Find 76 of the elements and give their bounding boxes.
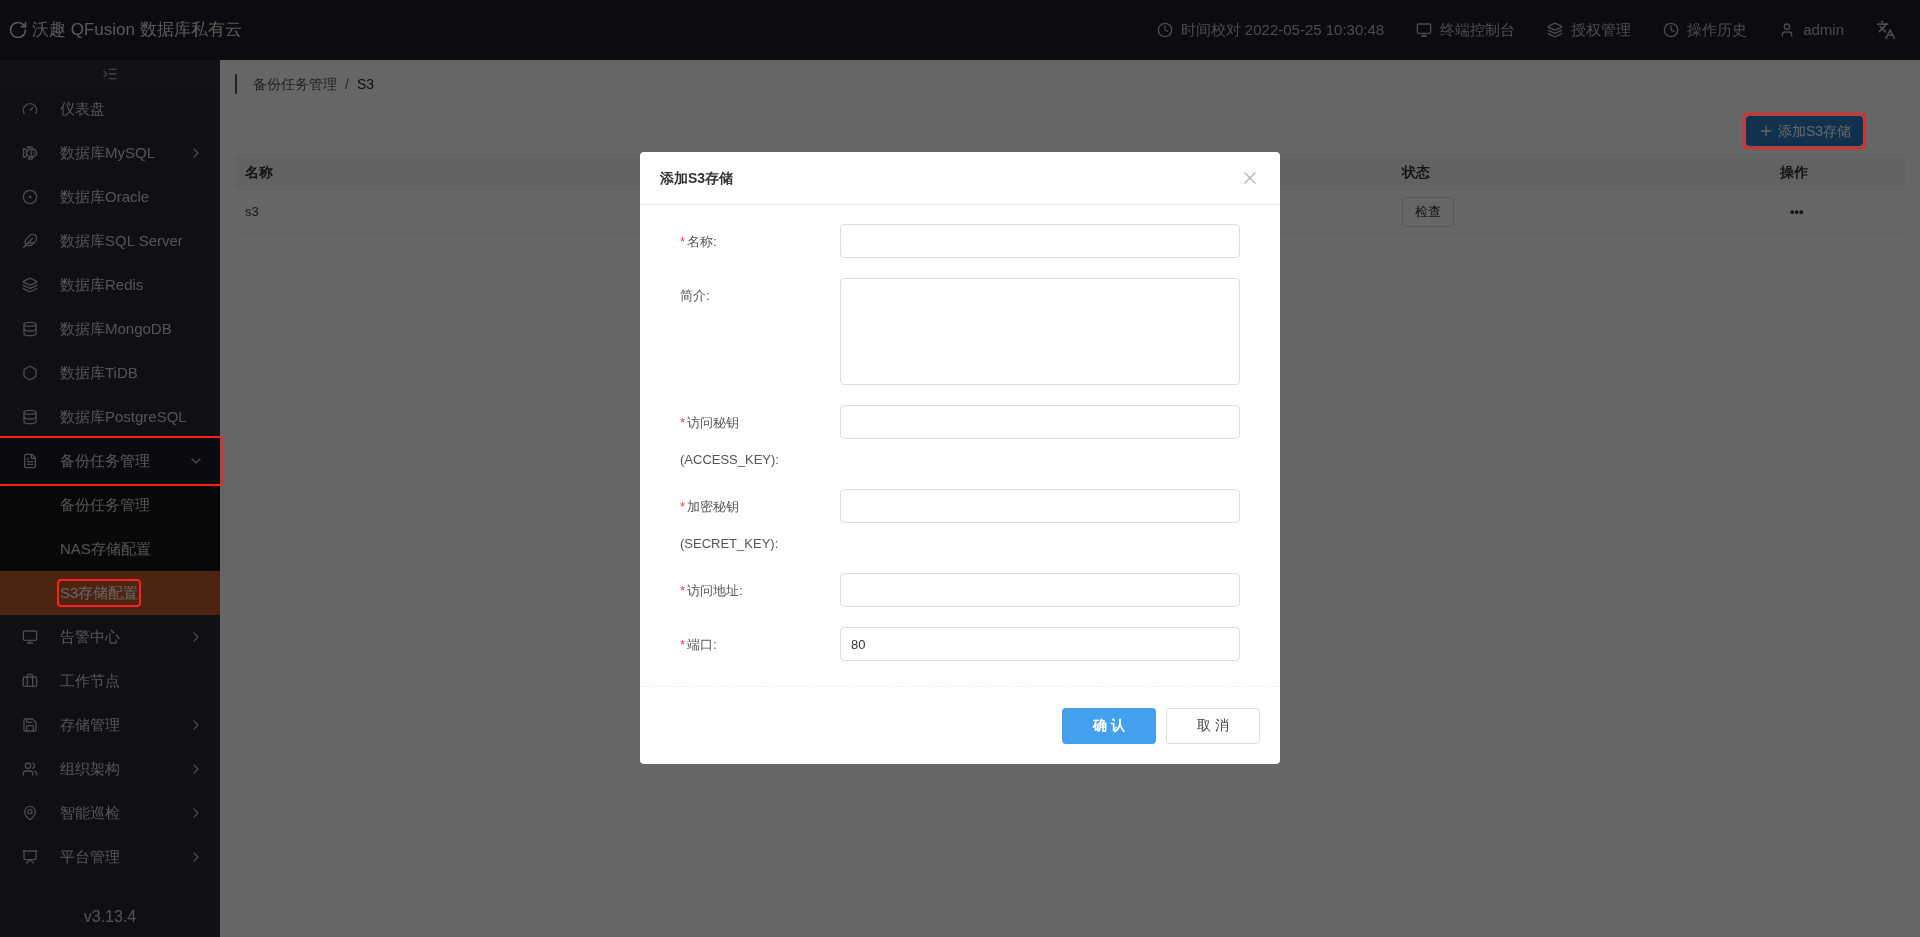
column-header: 名称 <box>245 163 273 180</box>
breadcrumb-item: / <box>345 74 349 94</box>
breadcrumb-item: S3 <box>356 74 374 94</box>
sidebar-item[interactable]: 数据库MongoDB <box>0 307 220 351</box>
sidebar-subitem[interactable]: S3存储配置 <box>0 571 220 615</box>
input-field[interactable] <box>840 405 1240 439</box>
input-field[interactable] <box>840 489 1240 523</box>
clock-icon <box>1156 22 1173 38</box>
textarea-field[interactable] <box>840 278 1240 385</box>
sidebar-item[interactable]: 存储管理 <box>0 703 220 747</box>
monitor-icon <box>22 629 38 645</box>
fish-icon <box>22 145 38 161</box>
sidebar-item[interactable]: 备份任务管理 <box>0 439 220 483</box>
clock-icon <box>1663 22 1680 38</box>
database-icon <box>22 409 38 425</box>
document-icon <box>22 453 38 469</box>
users-icon <box>22 761 38 777</box>
input-field[interactable] <box>840 224 1240 258</box>
field-label: *访问地址: <box>680 582 744 600</box>
hexagon-icon <box>22 365 38 381</box>
sidebar-item[interactable]: 仪表盘 <box>0 87 220 131</box>
confirm-button[interactable]: 确 认 <box>1062 707 1156 744</box>
required-mark: * <box>680 583 686 598</box>
sidebar-item[interactable]: 组织架构 <box>0 747 220 791</box>
feather-icon <box>22 233 38 249</box>
field-label: 简介: <box>680 287 711 305</box>
input-field[interactable]: 80 <box>840 627 1240 661</box>
sidebar-subitem[interactable]: NAS存储配置 <box>0 527 220 571</box>
logo-icon <box>8 20 28 40</box>
field-label: *加密秘钥 <box>680 498 741 516</box>
required-mark: * <box>680 415 686 430</box>
sidebar-item[interactable]: 智能巡检 <box>0 791 220 835</box>
top-bar-link[interactable]: 终端控制台 <box>1400 0 1532 60</box>
database-icon <box>22 321 38 337</box>
field-label: *端口: <box>680 636 718 654</box>
required-mark: * <box>680 499 686 514</box>
sidebar-item[interactable]: 告警中心 <box>0 615 220 659</box>
cancel-button[interactable]: 取 消 <box>1166 707 1260 744</box>
check-button[interactable]: 检查 <box>1402 196 1454 227</box>
sidebar-item[interactable]: 数据库MySQL <box>0 131 220 175</box>
dialog-title: 添加S3存储 <box>660 168 734 188</box>
briefcase-icon <box>22 673 38 689</box>
sidebar-item[interactable]: 数据库Redis <box>0 263 220 307</box>
field-label: (ACCESS_KEY): <box>680 450 780 469</box>
breadcrumb-item[interactable]: 备份任务管理 <box>253 73 337 95</box>
column-header: 操作 <box>1780 162 1808 182</box>
required-mark: * <box>680 234 686 249</box>
input-field[interactable] <box>840 573 1240 607</box>
table-cell: s3 <box>245 203 259 219</box>
brand-title: 沃趣 QFusion 数据库私有云 <box>32 19 242 42</box>
top-bar-link[interactable]: admin <box>1763 0 1860 60</box>
sidebar-item[interactable]: 数据库TiDB <box>0 351 220 395</box>
sidebar-item[interactable]: 数据库PostgreSQL <box>0 395 220 439</box>
top-bar-link[interactable]: 操作历史 <box>1647 0 1764 60</box>
save-icon <box>22 717 38 733</box>
language-icon[interactable] <box>1876 20 1896 40</box>
sidebar-subitem[interactable]: 备份任务管理 <box>0 483 220 527</box>
column-header: 状态 <box>1402 163 1430 180</box>
pin-icon <box>22 805 38 821</box>
sidebar-item[interactable]: 数据库Oracle <box>0 175 220 219</box>
sidebar-item[interactable]: 数据库SQL Server <box>0 219 220 263</box>
field-label: (SECRET_KEY): <box>680 534 780 553</box>
layers-icon <box>1547 22 1564 38</box>
gauge-icon <box>22 101 38 117</box>
screen-icon <box>22 849 38 865</box>
required-mark: * <box>680 637 686 652</box>
version-label: v3.13.4 <box>82 907 138 927</box>
sidebar-item[interactable]: 平台管理 <box>0 835 220 879</box>
field-label: *名称: <box>680 233 718 251</box>
more-actions-button[interactable]: ••• <box>1780 201 1804 222</box>
top-bar-link[interactable]: 时间校对 2022-05-25 10:30:48 <box>1140 0 1401 60</box>
layers-icon <box>22 277 38 293</box>
field-label: *访问秘钥 <box>680 414 741 432</box>
add-button[interactable]: 添加S3存储 <box>1745 116 1863 146</box>
monitor-icon <box>1416 22 1433 38</box>
ring-icon <box>22 189 38 205</box>
